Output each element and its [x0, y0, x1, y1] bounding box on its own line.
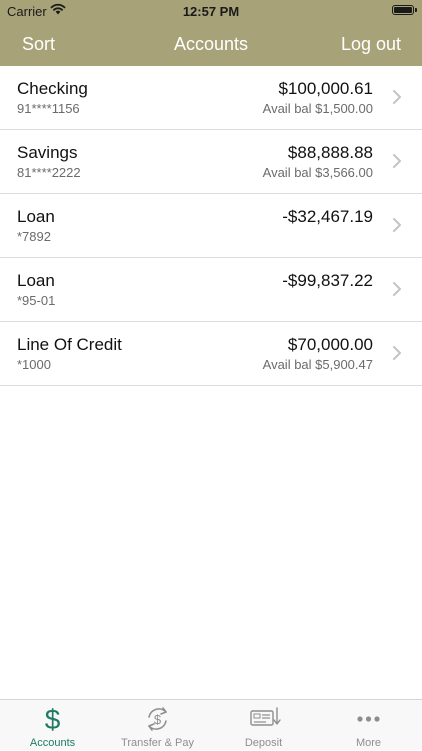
deposit-check-icon — [250, 707, 281, 726]
account-name: Loan — [17, 271, 55, 290]
account-number: *95-01 — [17, 293, 56, 308]
account-name: Line Of Credit — [17, 335, 122, 354]
tab-label: Transfer & Pay — [121, 737, 194, 749]
account-number: *1000 — [17, 357, 51, 372]
more-icon — [357, 716, 380, 722]
tab-label: More — [355, 737, 382, 749]
account-number: 91****1156 — [17, 101, 80, 116]
tab-transfer-pay[interactable]: $ Transfer & Pay — [105, 700, 210, 751]
tab-label: Accounts — [29, 737, 76, 749]
account-balance: $70,000.00 — [287, 335, 373, 354]
available-balance: Avail bal $3,566.00 — [262, 165, 373, 180]
svg-text:$: $ — [154, 712, 162, 727]
account-balance: $100,000.61 — [278, 79, 373, 98]
transfer-icon: $ — [148, 707, 167, 731]
account-row-checking[interactable]: Checking 91****1156 $100,000.61 Avail ba… — [0, 66, 422, 130]
logout-button[interactable]: Log out — [341, 34, 401, 55]
account-row-loan-95-01[interactable]: Loan *95-01 -$99,837.22 — [0, 258, 422, 322]
account-row-line-of-credit[interactable]: Line Of Credit *1000 $70,000.00 Avail ba… — [0, 322, 422, 386]
dollar-icon: $ — [45, 704, 61, 734]
account-name: Savings — [17, 143, 78, 162]
battery-cap — [415, 8, 417, 12]
account-balance: -$32,467.19 — [282, 207, 373, 226]
account-number: 81****2222 — [17, 165, 81, 180]
account-row-savings[interactable]: Savings 81****2222 $88,888.88 Avail bal … — [0, 130, 422, 194]
sort-button[interactable]: Sort — [22, 34, 55, 55]
chevron-right-icon — [393, 90, 401, 104]
account-row-loan-7892[interactable]: Loan *7892 -$32,467.19 — [0, 194, 422, 258]
status-time: 12:57 PM — [182, 4, 240, 19]
status-bar: Carrier 12:57 PM — [0, 0, 422, 22]
account-name: Checking — [17, 79, 88, 98]
battery-icon — [392, 5, 414, 15]
app-header: Carrier 12:57 PM Sort Accounts Log out — [0, 0, 422, 66]
tab-label: Deposit — [244, 737, 283, 749]
accounts-list: Checking 91****1156 $100,000.61 Avail ba… — [0, 66, 422, 386]
available-balance: Avail bal $5,900.47 — [262, 357, 373, 372]
account-number: *7892 — [17, 229, 51, 244]
account-balance: -$99,837.22 — [282, 271, 373, 290]
account-name: Loan — [17, 207, 55, 226]
tab-bar: $ Accounts $ Transfer & Pay Deposit More — [0, 699, 422, 750]
chevron-right-icon — [393, 154, 401, 168]
tab-accounts[interactable]: $ Accounts — [0, 700, 105, 751]
chevron-right-icon — [393, 282, 401, 296]
chevron-right-icon — [393, 346, 401, 360]
chevron-right-icon — [393, 218, 401, 232]
tab-deposit[interactable]: Deposit — [211, 700, 316, 751]
svg-text:$: $ — [45, 704, 61, 734]
account-balance: $88,888.88 — [287, 143, 373, 162]
available-balance: Avail bal $1,500.00 — [262, 101, 373, 116]
tab-more[interactable]: More — [316, 700, 421, 751]
nav-bar: Sort Accounts Log out — [0, 22, 422, 66]
